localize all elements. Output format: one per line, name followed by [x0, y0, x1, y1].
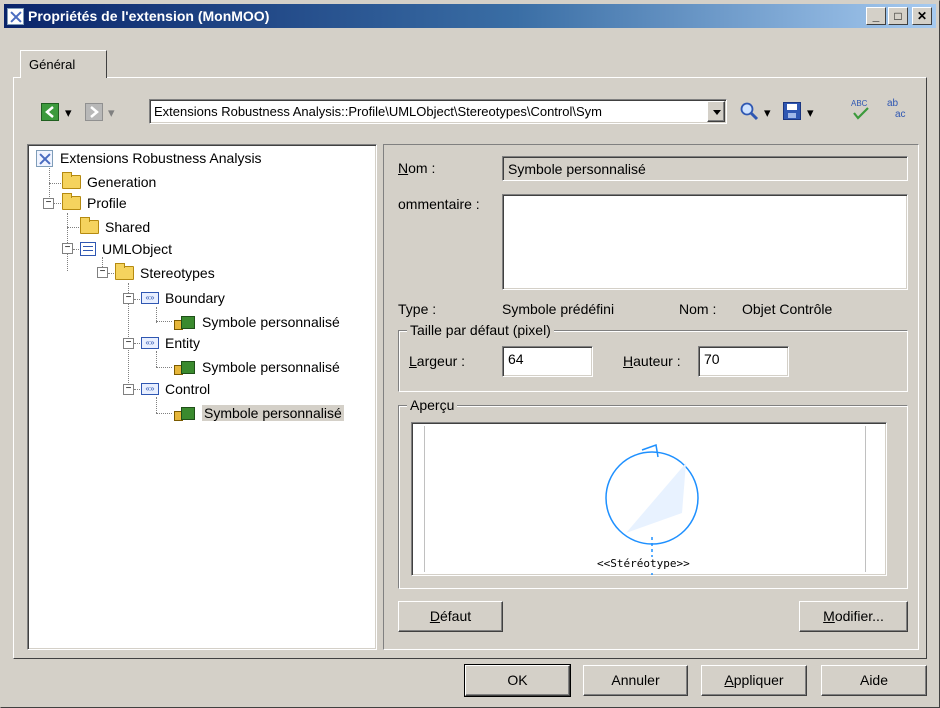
- save-button[interactable]: [783, 102, 801, 120]
- case-top-label: ab: [887, 98, 899, 109]
- maximize-button[interactable]: □: [888, 7, 908, 25]
- apercu-group-title: Aperçu: [407, 397, 458, 413]
- save-dropdown-icon[interactable]: ▾: [807, 105, 814, 121]
- tree-item-label: Entity: [165, 335, 201, 351]
- preview-stereotype-label: <<Stéréotype>>: [597, 557, 690, 570]
- help-button[interactable]: Aide: [821, 665, 927, 696]
- stereotype-icon: «»: [141, 337, 159, 349]
- tree-item-label: Symbole personnalisé: [202, 405, 344, 421]
- properties-dialog: Propriétés de l'extension (MonMOO) _ □ ✕…: [0, 0, 940, 708]
- window-title: Propriétés de l'extension (MonMOO): [28, 8, 270, 24]
- collapse-icon[interactable]: −: [123, 293, 134, 304]
- hauteur-label: Hauteur :: [623, 353, 681, 369]
- back-dropdown-icon[interactable]: ▾: [65, 105, 72, 121]
- spellcheck-button[interactable]: ABC: [849, 97, 873, 123]
- tree-item-label: Symbole personnalisé: [202, 314, 340, 330]
- tree-item-label: Control: [165, 381, 211, 397]
- tree-item-label: UMLObject: [102, 241, 173, 257]
- tree-item-generation[interactable]: Generation: [62, 172, 156, 192]
- stereotype-icon: «»: [141, 292, 159, 304]
- collapse-icon[interactable]: −: [62, 243, 73, 254]
- type-label: Type :: [398, 301, 437, 317]
- commentaire-field[interactable]: [502, 194, 908, 290]
- size-group-title: Taille par défaut (pixel): [407, 322, 554, 338]
- tree-item-label: Boundary: [165, 290, 225, 306]
- tree-item-label: Generation: [87, 174, 157, 190]
- stereotype-icon: «»: [141, 383, 159, 395]
- symbol-preview: <<Stéréotype>>: [411, 422, 887, 576]
- path-combo[interactable]: Extensions Robustness Analysis::Profile\…: [149, 99, 727, 124]
- tree-item-control-symbol[interactable]: Symbole personnalisé: [174, 403, 344, 423]
- collapse-icon[interactable]: −: [123, 384, 134, 395]
- hauteur-field[interactable]: 70: [698, 346, 789, 377]
- tree-item-label: Shared: [105, 219, 151, 235]
- commentaire-label: ommentaire :: [398, 196, 480, 212]
- apply-button[interactable]: Appliquer: [701, 665, 807, 696]
- custom-symbol-icon: [174, 314, 196, 330]
- find-dropdown-icon[interactable]: ▾: [764, 105, 771, 121]
- largeur-field[interactable]: 64: [502, 346, 593, 377]
- custom-symbol-icon: [174, 405, 196, 421]
- defaut-button[interactable]: Défaut: [398, 601, 503, 632]
- forward-button[interactable]: [85, 103, 103, 121]
- nom-field[interactable]: Symbole personnalisé: [502, 156, 908, 181]
- type-value: Symbole prédéfini: [502, 301, 615, 317]
- tree-item-label: Profile: [87, 195, 127, 211]
- tree-item-boundary-symbol[interactable]: Symbole personnalisé: [174, 312, 340, 332]
- largeur-label: Largeur :: [409, 353, 466, 369]
- magnifier-icon: [740, 102, 759, 121]
- forward-dropdown-icon[interactable]: ▾: [108, 105, 115, 121]
- folder-icon: [115, 263, 134, 280]
- tree-item-control[interactable]: «» Control: [141, 379, 210, 399]
- folder-icon: [62, 172, 81, 189]
- control-symbol-icon: [605, 443, 699, 575]
- cancel-button[interactable]: Annuler: [583, 665, 688, 696]
- collapse-icon[interactable]: −: [123, 338, 134, 349]
- collapse-icon[interactable]: −: [43, 198, 54, 209]
- tree-item-root[interactable]: Extensions Robustness Analysis: [36, 148, 262, 168]
- nom2-label: Nom :: [679, 301, 717, 317]
- case-button[interactable]: ab ac: [885, 97, 911, 123]
- arrow-left-icon: [45, 106, 54, 118]
- tree-item-stereotypes[interactable]: Stereotypes: [115, 263, 215, 283]
- folder-icon: [80, 217, 99, 234]
- tree-item-entity-symbol[interactable]: Symbole personnalisé: [174, 357, 340, 377]
- tree-item-label: Extensions Robustness Analysis: [60, 150, 262, 166]
- tab-general[interactable]: Général: [20, 50, 107, 78]
- nom-label: Nom :: [398, 160, 436, 176]
- title-bar[interactable]: Propriétés de l'extension (MonMOO) _ □ ✕: [4, 4, 936, 28]
- back-button[interactable]: [41, 103, 59, 121]
- folder-icon: [62, 193, 81, 210]
- find-button[interactable]: [739, 101, 759, 121]
- nom2-value: Objet Contrôle: [742, 301, 833, 317]
- chevron-down-icon: [713, 110, 721, 115]
- minimize-button[interactable]: _: [866, 7, 886, 25]
- ok-button[interactable]: OK: [465, 665, 570, 696]
- close-button[interactable]: ✕: [912, 7, 932, 25]
- save-icon: [787, 104, 797, 118]
- arrow-right-icon: [90, 106, 99, 118]
- tree-item-umlobject[interactable]: UMLObject: [80, 239, 172, 259]
- extension-icon: [36, 149, 53, 167]
- modifier-button[interactable]: Modifier...: [799, 601, 908, 632]
- collapse-icon[interactable]: −: [97, 267, 108, 278]
- tree-item-profile[interactable]: Profile: [62, 193, 127, 213]
- checkmark-icon: [853, 107, 869, 120]
- class-icon: [80, 242, 96, 256]
- tree-item-entity[interactable]: «» Entity: [141, 333, 200, 353]
- tree-item-label: Stereotypes: [140, 265, 215, 281]
- path-dropdown-button[interactable]: [707, 101, 725, 122]
- custom-symbol-icon: [174, 359, 196, 375]
- tree-view[interactable]: Extensions Robustness Analysis Generatio…: [27, 144, 377, 650]
- tree-item-boundary[interactable]: «» Boundary: [141, 288, 225, 308]
- path-value: Extensions Robustness Analysis::Profile\…: [154, 104, 602, 119]
- case-bottom-label: ac: [895, 109, 906, 120]
- tree-item-label: Symbole personnalisé: [202, 359, 340, 375]
- extension-icon: [7, 7, 24, 25]
- tree-item-shared[interactable]: Shared: [80, 217, 150, 237]
